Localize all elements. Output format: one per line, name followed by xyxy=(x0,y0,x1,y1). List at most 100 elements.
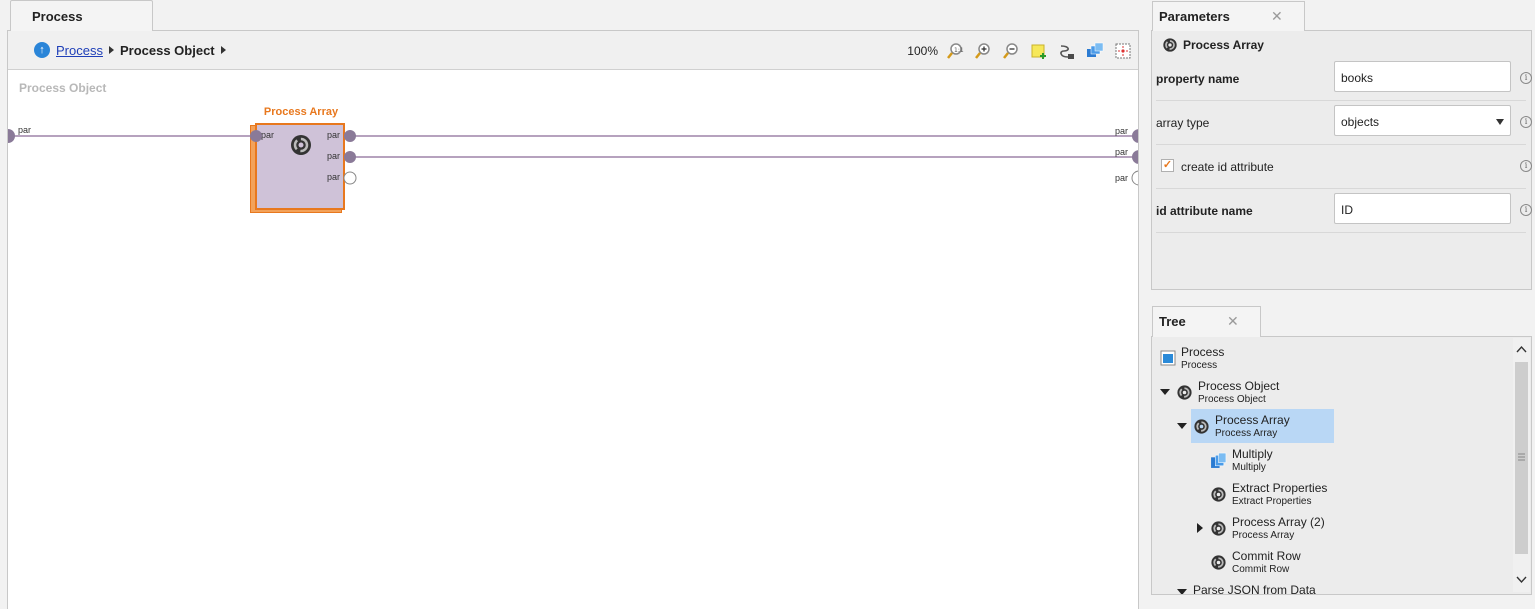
op-port-label-out-1: par xyxy=(327,130,341,140)
operator-in-ports[interactable] xyxy=(247,127,267,197)
operator-ring-icon xyxy=(1211,487,1226,502)
info-icon[interactable]: i xyxy=(1520,116,1532,128)
operator-out-ports[interactable] xyxy=(340,127,360,197)
chevron-down-icon xyxy=(1516,576,1527,584)
process-icon xyxy=(1160,350,1176,366)
operator-ring-icon xyxy=(1211,555,1226,570)
array-type-select[interactable]: objects xyxy=(1334,105,1511,136)
process-output-port-2 xyxy=(1132,150,1138,164)
operator-ring-icon xyxy=(1177,385,1192,400)
process-output-port-3 xyxy=(1131,170,1138,186)
connection-lines xyxy=(8,129,1138,186)
parameters-panel: Process Array property name books i arra… xyxy=(1151,30,1532,290)
tree-item-label: Process Object xyxy=(1198,379,1280,393)
tab-tree[interactable]: Tree ✕ xyxy=(1152,306,1261,337)
zoom-out-icon[interactable] xyxy=(1001,41,1020,60)
tree-item-sublabel: Process Array xyxy=(1215,428,1278,439)
port-label-right-2: par xyxy=(1115,147,1129,157)
breadcrumb: ↑ Process Process Object xyxy=(34,42,226,58)
param-label: create id attribute xyxy=(1181,160,1274,174)
operator-process-array[interactable]: par par par par xyxy=(255,123,345,210)
port-label-input: par xyxy=(18,125,32,135)
tree-item-sublabel: Process Object xyxy=(1198,394,1266,405)
param-label: array type xyxy=(1156,116,1210,130)
operator-ring-icon xyxy=(289,133,313,160)
breadcrumb-link-process[interactable]: Process xyxy=(56,43,103,58)
info-icon[interactable]: i xyxy=(1520,204,1532,216)
close-icon[interactable]: ✕ xyxy=(1227,313,1239,330)
array-type-value: objects xyxy=(1341,115,1380,129)
fit-to-view-icon[interactable] xyxy=(1113,41,1132,60)
tab-parameters[interactable]: Parameters ✕ xyxy=(1152,1,1305,31)
operator-ring-icon xyxy=(1211,521,1226,536)
param-label: id attribute name xyxy=(1156,204,1253,218)
auto-wire-icon[interactable] xyxy=(1057,41,1076,60)
port-label-right-3: par xyxy=(1115,173,1129,183)
svg-text:1:1: 1:1 xyxy=(954,47,964,54)
breadcrumb-expand-icon[interactable] xyxy=(220,46,226,54)
tree-item-label: Multiply xyxy=(1232,447,1273,461)
up-arrow-icon[interactable]: ↑ xyxy=(34,42,50,58)
tree-item-multiply[interactable]: Multiply Multiply xyxy=(1210,447,1273,481)
op-output-port-1 xyxy=(344,130,356,142)
close-icon[interactable]: ✕ xyxy=(1271,8,1283,25)
zoom-in-icon[interactable] xyxy=(973,41,992,60)
tree-item-sublabel: Multiply xyxy=(1232,462,1266,473)
info-icon[interactable]: i xyxy=(1520,72,1532,84)
operator-ring-icon xyxy=(1194,419,1209,434)
param-row-property-name: property name books i xyxy=(1156,57,1532,101)
tree-tab-label: Tree xyxy=(1159,314,1186,329)
chevron-down-icon[interactable] xyxy=(1496,119,1504,125)
zoom-level: 100% xyxy=(907,43,938,58)
tree-item-sublabel: Commit Row xyxy=(1232,564,1290,575)
property-name-input[interactable]: books xyxy=(1334,61,1511,92)
process-output-port-1 xyxy=(1132,129,1138,143)
tree-item-process-array[interactable]: Process Array Process Array xyxy=(1191,409,1334,443)
tree-item-process-object[interactable]: Process Object Process Object xyxy=(1176,379,1279,413)
process-panel: ↑ Process Process Object 100% 1:1 Proces… xyxy=(7,30,1139,609)
parameters-operator-name: Process Array xyxy=(1183,38,1264,52)
breadcrumb-current: Process Object xyxy=(119,42,215,58)
tree-panel: Process Process Process Object Process Obj… xyxy=(1151,336,1532,595)
tree-item-sublabel: Extract Properties xyxy=(1232,496,1312,507)
op-output-port-2 xyxy=(344,151,356,163)
info-icon[interactable]: i xyxy=(1520,160,1532,172)
op-port-label-out-2: par xyxy=(327,151,341,161)
tree-item-parse-json[interactable]: Parse JSON from Data xyxy=(1193,583,1316,595)
parameters-tab-label: Parameters xyxy=(1159,9,1230,24)
param-label: property name xyxy=(1156,72,1240,86)
tree-item-label: Parse JSON from Data xyxy=(1193,583,1316,595)
create-id-attribute-checkbox[interactable]: ✓ xyxy=(1161,159,1174,172)
operator-ring-icon xyxy=(1163,38,1177,52)
collapse-toggle-icon[interactable] xyxy=(1177,423,1187,433)
tree-item-process[interactable]: Process Process xyxy=(1160,345,1224,379)
add-note-icon[interactable] xyxy=(1029,41,1048,60)
bottom-strip xyxy=(1151,595,1532,609)
tree-item-sublabel: Process xyxy=(1181,360,1218,371)
param-row-array-type: array type objects i xyxy=(1156,101,1532,145)
tree-item-label: Process Array (2) xyxy=(1232,515,1325,529)
op-input-port xyxy=(250,130,262,142)
expand-toggle-icon[interactable] xyxy=(1197,523,1207,533)
id-attribute-name-input[interactable]: ID xyxy=(1334,193,1511,224)
tree-item-label: Extract Properties xyxy=(1232,481,1328,495)
operator-title: Process Array xyxy=(263,106,339,118)
op-port-label-out-3: par xyxy=(327,172,341,182)
collapse-toggle-icon[interactable] xyxy=(1160,389,1170,399)
tree-item-label: Process xyxy=(1181,345,1225,359)
scrollbar-thumb[interactable] xyxy=(1515,362,1528,554)
param-row-create-id: ✓ create id attribute i xyxy=(1156,145,1532,189)
tab-process[interactable]: Process xyxy=(10,0,153,31)
chevron-up-icon xyxy=(1516,345,1527,353)
arrange-operators-icon[interactable] xyxy=(1085,41,1104,60)
tree-item-label: Process Array xyxy=(1215,413,1290,427)
process-canvas[interactable]: Process Object par par par par Process A… xyxy=(8,71,1138,609)
tree-item-commit-row[interactable]: Commit Row Commit Row xyxy=(1210,549,1301,583)
zoom-fit-icon[interactable]: 1:1 xyxy=(945,41,964,60)
canvas-tools: 100% 1:1 xyxy=(907,41,1132,60)
tree-item-extract-properties[interactable]: Extract Properties Extract Properties xyxy=(1210,481,1327,515)
tree-item-label: Commit Row xyxy=(1232,549,1301,563)
tree-item-process-array-2[interactable]: Process Array (2) Process Array xyxy=(1210,515,1325,549)
multiply-icon xyxy=(1211,452,1227,468)
tree-scrollbar[interactable] xyxy=(1513,338,1530,592)
